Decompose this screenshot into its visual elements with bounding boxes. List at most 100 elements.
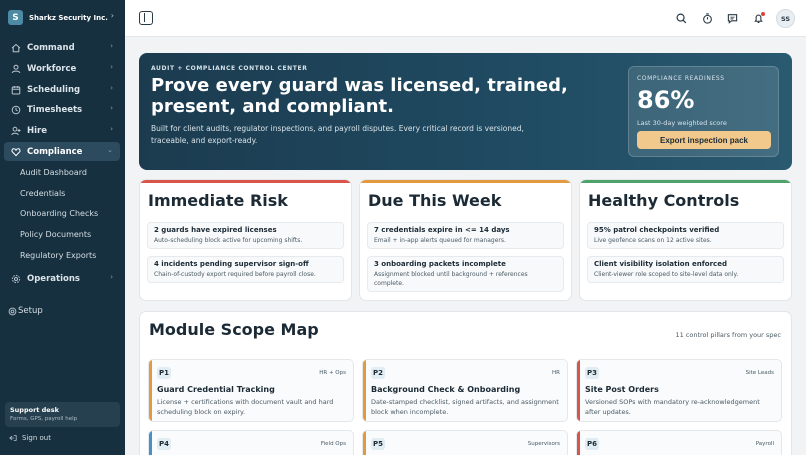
sidebar-subitem-policy-documents[interactable]: Policy Documents [20, 230, 91, 239]
card-title: Immediate Risk [148, 191, 288, 210]
pillar-accent [149, 431, 152, 455]
support-title: Support desk [10, 406, 59, 414]
card-title: Due This Week [368, 191, 502, 210]
support-subtitle: Forms, GPS, payroll help [10, 416, 78, 422]
logout-icon [9, 434, 17, 442]
status-item-title: 95% patrol checkpoints verified [594, 226, 720, 234]
pillar-id: P2 [371, 367, 385, 379]
clock-icon [10, 104, 21, 115]
pillar-title: Guard Credential Tracking [157, 385, 275, 394]
status-item[interactable]: 3 onboarding packets incomplete Assignme… [367, 256, 564, 292]
sidebar-item-operations[interactable]: Operations › [4, 269, 120, 288]
hero-description: Built for client audits, regulator inspe… [151, 124, 524, 145]
status-item-desc: Auto-scheduling block active for upcomin… [154, 237, 303, 244]
pillar-card-p1[interactable]: P1 HR + Ops Guard Credential Tracking Li… [148, 359, 354, 422]
org-name: Sharkz Security Inc. [29, 13, 108, 22]
pillar-owner: Site Leads [745, 370, 774, 376]
pillar-card-p4[interactable]: P4 Field Ops [148, 430, 354, 455]
readiness-label: COMPLIANCE READINESS [637, 75, 725, 82]
sidebar-item-timesheets[interactable]: Timesheets › [4, 100, 120, 119]
pillar-owner: Supervisors [527, 441, 560, 447]
hero-kicker: AUDIT + COMPLIANCE CONTROL CENTER [151, 65, 308, 72]
status-item[interactable]: 95% patrol checkpoints verified Live geo… [587, 222, 784, 249]
brand-logo: S [8, 10, 23, 25]
gear-icon [10, 273, 21, 284]
status-item-desc: Live geofence scans on 12 active sites. [594, 237, 712, 244]
sidebar-subitem-regulatory-exports[interactable]: Regulatory Exports [20, 251, 96, 260]
sidebar-toggle-icon[interactable] [139, 11, 153, 25]
sidebar-item-workforce[interactable]: Workforce › [4, 59, 120, 78]
pillar-accent [577, 360, 580, 421]
support-desk-card[interactable]: Support desk Forms, GPS, payroll help [5, 402, 120, 427]
status-item-title: Client visibility isolation enforced [594, 260, 727, 268]
chevron-right-icon: › [110, 63, 113, 71]
sign-out-label: Sign out [22, 434, 51, 442]
sidebar-item-label: Command [27, 42, 75, 53]
hero-banner: AUDIT + COMPLIANCE CONTROL CENTER Prove … [139, 53, 792, 170]
heart-icon [10, 146, 21, 157]
chat-icon[interactable] [726, 12, 738, 24]
status-item[interactable]: 7 credentials expire in <= 14 days Email… [367, 222, 564, 249]
home-icon [10, 42, 21, 53]
status-item-desc: Client-viewer role scoped to site-level … [594, 271, 739, 278]
pillar-owner: Payroll [755, 441, 774, 447]
pillar-card-p6[interactable]: P6 Payroll [576, 430, 782, 455]
status-item[interactable]: 2 guards have expired licenses Auto-sche… [147, 222, 344, 249]
pillar-id: P4 [157, 438, 171, 450]
status-item-desc: Chain-of-custody export required before … [154, 271, 316, 278]
chevron-right-icon: › [110, 125, 113, 133]
sidebar-item-hire[interactable]: Hire › [4, 121, 120, 140]
pillar-card-p2[interactable]: P2 HR Background Check & Onboarding Date… [362, 359, 568, 422]
status-item-title: 4 incidents pending supervisor sign-off [154, 260, 309, 268]
healthy-controls-card: Healthy Controls 95% patrol checkpoints … [579, 179, 792, 301]
sidebar-subitem-onboarding-checks[interactable]: Onboarding Checks [20, 209, 98, 218]
user-plus-icon [10, 125, 21, 136]
chevron-right-icon: › [110, 42, 113, 50]
card-title: Healthy Controls [588, 191, 740, 210]
compliance-readiness-card: COMPLIANCE READINESS 86% Last 30-day wei… [628, 66, 779, 157]
pillar-card-p5[interactable]: P5 Supervisors [362, 430, 568, 455]
search-icon[interactable] [675, 12, 687, 24]
status-item-desc: Email + in-app alerts queued for manager… [374, 237, 506, 244]
pillar-desc: Versioned SOPs with mandatory re-acknowl… [585, 398, 760, 416]
org-switcher[interactable]: S Sharkz Security Inc. › [8, 9, 118, 26]
pillar-desc: License + certifications with document v… [157, 398, 334, 416]
readiness-subtitle: Last 30-day weighted score [637, 119, 727, 127]
status-item-desc: Assignment blocked until background + re… [374, 271, 528, 287]
pillar-id: P1 [157, 367, 171, 379]
timer-icon[interactable] [701, 12, 713, 24]
sidebar-item-command[interactable]: Command › [4, 38, 120, 57]
avatar[interactable]: SS [776, 9, 795, 28]
due-this-week-card: Due This Week 7 credentials expire in <=… [359, 179, 572, 301]
status-item[interactable]: Client visibility isolation enforced Cli… [587, 256, 784, 283]
sidebar-item-setup[interactable]: Setup [8, 306, 43, 316]
export-inspection-pack-button[interactable]: Export inspection pack [637, 131, 771, 149]
sidebar-subitem-audit-dashboard[interactable]: Audit Dashboard [20, 168, 87, 177]
calendar-icon [10, 84, 21, 95]
card-accent [140, 180, 351, 183]
pillar-card-p3[interactable]: P3 Site Leads Site Post Orders Versioned… [576, 359, 782, 422]
status-item-title: 3 onboarding packets incomplete [374, 260, 506, 268]
pillar-accent [363, 360, 366, 421]
users-icon [10, 63, 21, 74]
module-scope-map: Module Scope Map 11 control pillars from… [139, 311, 792, 455]
sidebar-subitem-credentials[interactable]: Credentials [20, 189, 65, 198]
status-item[interactable]: 4 incidents pending supervisor sign-off … [147, 256, 344, 283]
sidebar-item-label: Compliance [27, 146, 83, 157]
pillar-id: P6 [585, 438, 599, 450]
sidebar-item-label: Hire [27, 125, 47, 136]
notification-dot [761, 12, 765, 16]
chevron-right-icon: › [110, 84, 113, 92]
sidebar-item-label: Workforce [27, 63, 77, 74]
sidebar-item-scheduling[interactable]: Scheduling › [4, 80, 120, 99]
pillar-id: P3 [585, 367, 599, 379]
sign-out-button[interactable]: Sign out [9, 434, 51, 442]
topbar: SS [125, 0, 806, 37]
pillar-title: Site Post Orders [585, 385, 659, 394]
chevron-right-icon: › [110, 104, 113, 112]
sidebar-item-label: Operations [27, 273, 80, 284]
status-item-title: 7 credentials expire in <= 14 days [374, 226, 510, 234]
pillar-accent [363, 431, 366, 455]
card-accent [580, 180, 791, 183]
sidebar-item-compliance[interactable]: Compliance ⌄ [4, 142, 120, 161]
